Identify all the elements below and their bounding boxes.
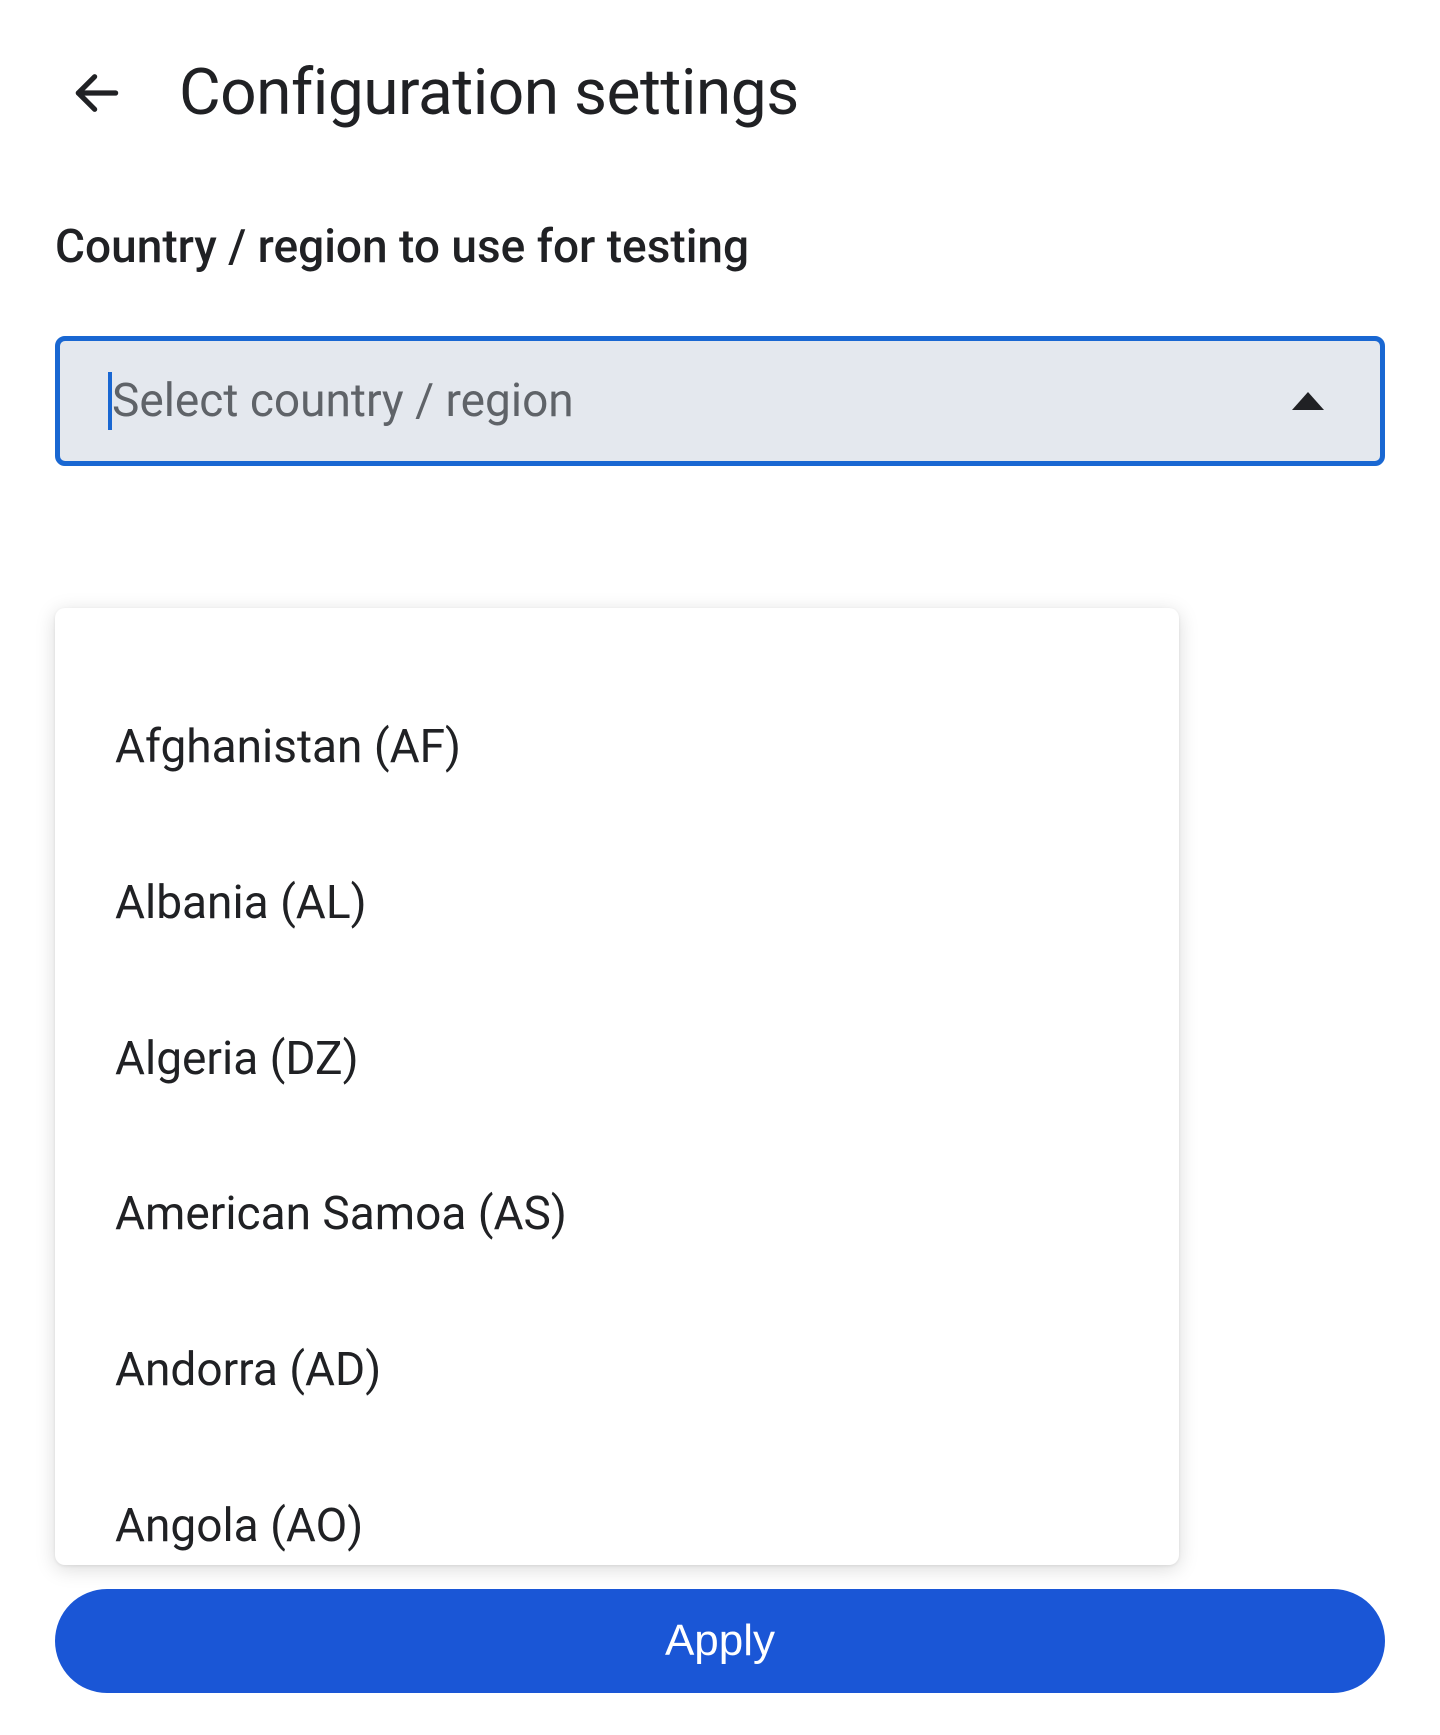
country-region-select[interactable]: Select country / region xyxy=(55,336,1385,466)
dropdown-item[interactable]: Algeria (DZ) xyxy=(55,982,1179,1138)
back-button[interactable] xyxy=(65,61,129,125)
placeholder-text: Select country / region xyxy=(112,374,574,428)
field-label: Country / region to use for testing xyxy=(55,220,1385,274)
country-dropdown: Afghanistan (AF) Albania (AL) Algeria (D… xyxy=(55,608,1179,1565)
select-placeholder: Select country / region xyxy=(112,374,574,428)
arrow-left-icon xyxy=(69,65,125,121)
dropdown-item[interactable]: American Samoa (AS) xyxy=(55,1137,1179,1293)
dropdown-item[interactable]: Albania (AL) xyxy=(55,826,1179,982)
apply-button[interactable]: Apply xyxy=(55,1589,1385,1693)
chevron-up-icon xyxy=(1292,392,1324,410)
dropdown-item[interactable]: Angola (AO) xyxy=(55,1449,1179,1565)
dropdown-item[interactable]: Afghanistan (AF) xyxy=(55,670,1179,826)
dropdown-item[interactable]: Andorra (AD) xyxy=(55,1293,1179,1449)
text-cursor xyxy=(108,372,112,430)
header: Configuration settings xyxy=(55,55,1385,130)
page-title: Configuration settings xyxy=(179,55,799,130)
